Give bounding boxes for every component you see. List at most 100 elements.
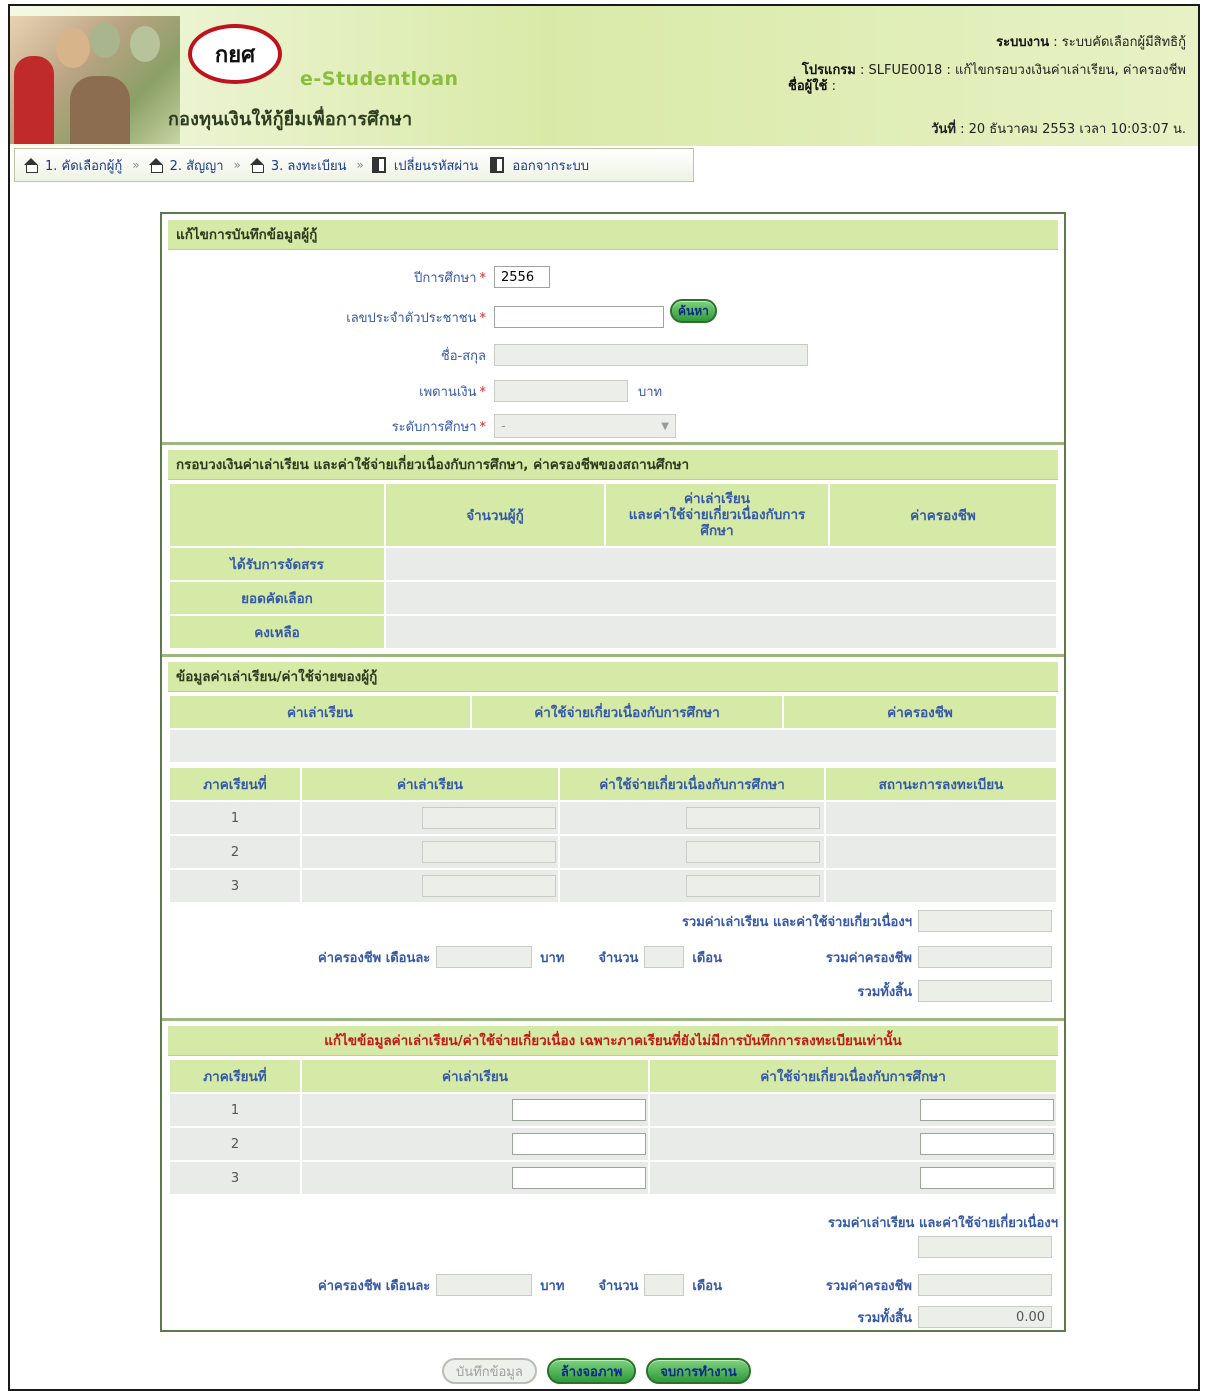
home-icon (23, 158, 39, 173)
living-per-month-label: ค่าครองชีพ เดือนละ (318, 950, 431, 966)
row-remaining: คงเหลือ (170, 616, 384, 648)
sum-living-label: รวมค่าครองชีพ (825, 1278, 912, 1294)
table-row: 1 (170, 1094, 1056, 1126)
section-title: ข้อมูลค่าเล่าเรียน/ค่าใช้จ่ายของผู้กู้ (168, 662, 1058, 692)
section-title: กรอบวงเงินค่าเล่าเรียน และค่าใช้จ่ายเกี่… (168, 450, 1058, 480)
program-value: : SLFUE0018 : แก้ไขกรอบวงเงินค่าเล่าเรีย… (860, 63, 1186, 78)
search-button[interactable]: ค้นหา (670, 299, 717, 323)
expense-summary-table: ค่าเล่าเรียน ค่าใช้จ่ายเกี่ยวเนื่องกับกา… (168, 694, 1058, 764)
expense-edit-section: แก้ไขข้อมูลค่าเล่าเรียน/ค่าใช้จ่ายเกี่ยว… (168, 1026, 1058, 1328)
tuition-input[interactable] (512, 1099, 646, 1121)
estudentloan-brand: e-Studentloan (300, 68, 459, 90)
h-semester: ภาคเรียนที่ (170, 1060, 300, 1092)
h-living: ค่าครองชีพ (784, 696, 1056, 728)
tuition-input[interactable] (512, 1133, 646, 1155)
expense-field (686, 841, 820, 863)
living-per-month-field (436, 946, 533, 968)
sum-tuition-field (918, 1236, 1052, 1258)
count-label: จำนวน (598, 1278, 639, 1294)
col-borrower-count: จำนวนผู้กู้ (386, 484, 604, 546)
count-label: จำนวน (598, 950, 639, 966)
door-icon (371, 157, 386, 173)
table-row: 2 (170, 836, 1056, 868)
amount-field (494, 380, 628, 402)
app-frame: กยศ e-Studentloan กองทุนเงินให้กู้ยืมเพื… (8, 4, 1200, 1391)
expense-input[interactable] (920, 1133, 1054, 1155)
fund-logo: กยศ (188, 24, 282, 84)
date-label: วันที่ (931, 122, 956, 137)
level-label: ระดับการศึกษา * (391, 419, 486, 435)
h-semester: ภาคเรียนที่ (170, 768, 300, 800)
expense-input[interactable] (920, 1167, 1054, 1189)
nav-contract[interactable]: 2. สัญญา (148, 155, 224, 176)
section-title: แก้ไขข้อมูลค่าเล่าเรียน/ค่าใช้จ่ายเกี่ยว… (168, 1026, 1058, 1056)
grand-total-label: รวมทั้งสิ้น (857, 984, 912, 1000)
sum-living-label: รวมค่าครองชีพ (825, 950, 912, 966)
status-cell (826, 836, 1056, 868)
year-input[interactable] (494, 266, 550, 288)
section-divider (162, 1018, 1064, 1021)
month-count-field (644, 946, 685, 968)
h-tuition: ค่าเล่าเรียน (302, 768, 558, 800)
expense-input[interactable] (920, 1099, 1054, 1121)
sum-living-field (918, 1274, 1052, 1296)
grand-total-field (918, 980, 1052, 1002)
clear-button[interactable]: ล้างจอภาพ (546, 1358, 637, 1384)
section-divider (162, 442, 1064, 445)
baht-unit: บาท (540, 1278, 565, 1294)
tuition-field (422, 807, 556, 829)
date-value: : 20 ธันวาคม 2553 เวลา 10:03:07 น. (960, 122, 1186, 137)
home-icon (249, 158, 265, 173)
grand-total-field (918, 1306, 1052, 1328)
h-tuition: ค่าเล่าเรียน (302, 1060, 648, 1092)
table-row: 3 (170, 870, 1056, 902)
sum-tuition-field (918, 910, 1052, 932)
fund-name: กองทุนเงินให้กู้ยืมเพื่อการศึกษา (168, 109, 413, 130)
h-tuition: ค่าเล่าเรียน (170, 696, 470, 728)
name-field (494, 344, 808, 366)
living-per-month-label: ค่าครองชีพ เดือนละ (318, 1278, 431, 1294)
table-row: 2 (170, 1128, 1056, 1160)
month-label: เดือน (692, 1278, 722, 1294)
allocation-table: จำนวนผู้กู้ ค่าเล่าเรียน และค่าใช้จ่ายเก… (168, 482, 1058, 650)
nav-change-password[interactable]: เปลี่ยนรหัสผ่าน (371, 155, 478, 176)
col-living: ค่าครองชีพ (830, 484, 1056, 546)
nav-separator: » (132, 158, 140, 172)
h-expense: ค่าใช้จ่ายเกี่ยวเนื่องกับการศึกษา (650, 1060, 1056, 1092)
living-per-month-field (436, 1274, 533, 1296)
grand-total-label: รวมทั้งสิ้น (857, 1310, 912, 1326)
nav-logout[interactable]: ออกจากระบบ (490, 155, 589, 176)
sum-living-field (918, 946, 1052, 968)
name-label: ชื่อ-สกุล (440, 348, 486, 364)
tuition-field (422, 841, 556, 863)
allocation-section: กรอบวงเงินค่าเล่าเรียน และค่าใช้จ่ายเกี่… (168, 450, 1058, 650)
system-value: : ระบบคัดเลือกผู้มีสิทธิกู้ (1053, 35, 1186, 50)
header-info: ระบบงาน : ระบบคัดเลือกผู้มีสิทธิกู้ โปรแ… (788, 32, 1186, 98)
h-expense: ค่าใช้จ่ายเกี่ยวเนื่องกับการศึกษา (560, 768, 824, 800)
citizen-id-input[interactable] (494, 306, 664, 328)
expense-field (686, 875, 820, 897)
exit-button[interactable]: จบการทำงาน (646, 1358, 751, 1384)
nav-register[interactable]: 3. ลงทะเบียน (249, 155, 347, 176)
section-title: แก้ไขการบันทึกข้อมูลผู้กู้ (168, 220, 1058, 250)
baht-unit: บาท (540, 950, 565, 966)
id-label: เลขประจำตัวประชาชน * (346, 310, 486, 326)
month-count-field (644, 1274, 685, 1296)
main-panel: แก้ไขการบันทึกข้อมูลผู้กู้ ปีการศึกษา* เ… (160, 212, 1066, 1332)
tuition-input[interactable] (512, 1167, 646, 1189)
expense-field (686, 807, 820, 829)
nav-select-borrower[interactable]: 1. คัดเลือกผู้กู้ (23, 155, 122, 176)
header-date: วันที่ : 20 ธันวาคม 2553 เวลา 10:03:07 น… (931, 118, 1186, 139)
table-row: 1 (170, 802, 1056, 834)
top-navigation: 1. คัดเลือกผู้กู้ » 2. สัญญา » 3. ลงทะเบ… (14, 148, 694, 182)
h-expense: ค่าใช้จ่ายเกี่ยวเนื่องกับการศึกษา (472, 696, 782, 728)
save-button: บันทึกข้อมูล (442, 1358, 537, 1384)
tuition-field (422, 875, 556, 897)
sum-tuition-label: รวมค่าเล่าเรียน และค่าใช้จ่ายเกี่ยวเนื่อ… (827, 1216, 1058, 1231)
status-cell (826, 802, 1056, 834)
borrower-edit-section: แก้ไขการบันทึกข้อมูลผู้กู้ ปีการศึกษา* เ… (168, 220, 1058, 440)
status-cell (826, 870, 1056, 902)
row-selected: ยอดคัดเลือก (170, 582, 384, 614)
month-label: เดือน (692, 950, 722, 966)
section-divider (162, 654, 1064, 657)
